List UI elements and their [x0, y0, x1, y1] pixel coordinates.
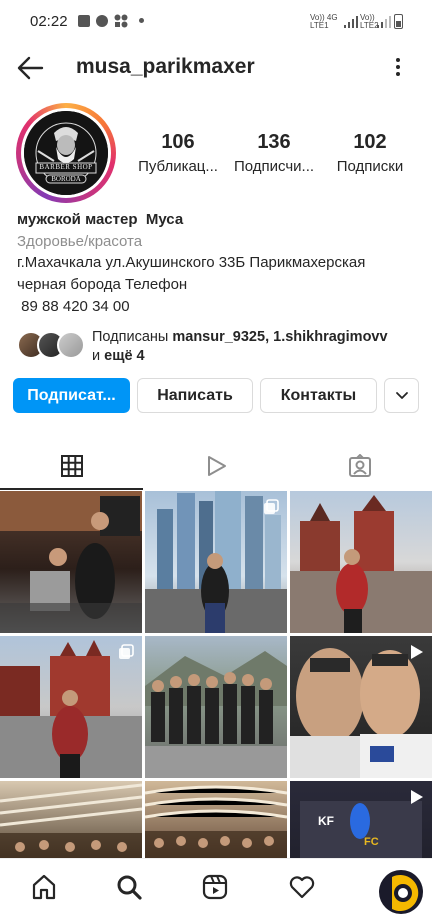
tab-reels[interactable]	[144, 442, 288, 490]
tab-tagged[interactable]	[288, 442, 432, 490]
grid-post-9[interactable]: KF FC	[290, 781, 432, 858]
stat-following-label: Подписки	[336, 158, 404, 175]
reel-icon	[408, 644, 424, 665]
profile-username: musa_parikmaxer	[76, 55, 255, 78]
followed-by-and: и	[92, 348, 105, 364]
grid-post-7[interactable]	[0, 781, 142, 858]
bio-phone[interactable]: 89 88 420 34 00	[17, 298, 129, 315]
multiple-icon	[118, 644, 134, 665]
svg-text:FC: FC	[364, 836, 379, 848]
battery-icon	[394, 14, 403, 29]
grid-post-8[interactable]	[145, 781, 287, 858]
tab-posts-grid[interactable]	[0, 442, 144, 490]
more-options-icon[interactable]	[388, 56, 408, 78]
grid-icon	[61, 455, 83, 477]
signal1-icon	[344, 16, 358, 28]
bio-category: Здоровье/красота	[17, 233, 143, 250]
back-arrow-icon[interactable]	[16, 55, 44, 81]
apps-notification-icon	[114, 14, 128, 28]
gallery-notification-icon	[78, 15, 90, 27]
reels-icon[interactable]	[201, 873, 229, 901]
logo-text-bottom: BORODA	[51, 175, 81, 183]
contacts-button[interactable]: Контакты	[260, 378, 377, 413]
posts-grid: KF FC	[0, 491, 432, 858]
bottom-navigation	[0, 858, 432, 920]
multiple-icon	[263, 499, 279, 520]
sim2-label: Vo)) LTE2	[360, 13, 379, 30]
followed-by-user1[interactable]: mansur_9325	[172, 329, 265, 345]
bio-name: мужской мастер Муса	[17, 211, 184, 228]
followed-by-more[interactable]: ещё 4	[104, 348, 144, 364]
followed-by-user2[interactable]: 1.shikhragimovv	[273, 329, 387, 345]
grid-post-6[interactable]	[290, 636, 432, 778]
grid-post-3[interactable]	[290, 491, 432, 633]
home-icon[interactable]	[30, 873, 58, 901]
follower-avatar-3[interactable]	[57, 331, 85, 359]
stat-posts-count: 106	[161, 131, 195, 153]
stat-following[interactable]: 102 Подписки	[322, 131, 418, 175]
follow-button[interactable]: Подписат...	[13, 378, 130, 413]
stat-posts-label: Публикац...	[138, 158, 218, 175]
stat-followers[interactable]: 136 Подписчи...	[226, 131, 322, 175]
grid-post-1[interactable]	[0, 491, 142, 633]
stat-following-count: 102	[353, 131, 387, 153]
grid-post-2[interactable]	[145, 491, 287, 633]
tagged-person-icon	[349, 454, 371, 477]
bio-address: г.Махачкала ул.Акушинского 33Б Парикмахе…	[17, 254, 366, 271]
reels-play-icon	[208, 456, 226, 476]
followed-by-text[interactable]: Подписаны mansur_9325, 1.shikhragimovv и…	[92, 328, 422, 366]
logo-text-top: BARBER SHOP	[39, 163, 93, 171]
followed-by-prefix: Подписаны	[92, 329, 173, 345]
signal2-icon	[377, 16, 391, 28]
status-time: 02:22	[30, 13, 68, 30]
followed-by-sep: ,	[265, 329, 274, 345]
stat-followers-count: 136	[257, 131, 291, 153]
bio-business: черная борода Телефон	[17, 276, 188, 293]
stat-posts[interactable]: 106 Публикац...	[130, 131, 226, 175]
svg-text:KF: KF	[318, 814, 334, 828]
status-bar: 02:22 Vo)) 4G LTE1 Vo)) LTE2	[0, 0, 432, 42]
more-notifications-dot	[139, 18, 144, 23]
active-tab-indicator	[0, 488, 143, 490]
heart-icon[interactable]	[288, 873, 316, 901]
grid-post-4[interactable]	[0, 636, 142, 778]
stat-followers-label: Подписчи...	[233, 158, 315, 175]
message-button[interactable]: Написать	[137, 378, 253, 413]
chevron-down-icon	[395, 391, 408, 399]
messenger-notification-icon	[96, 15, 108, 27]
suggested-expand-button[interactable]	[384, 378, 419, 413]
profile-avatar-icon[interactable]	[376, 867, 426, 917]
reel-icon	[408, 789, 424, 810]
grid-post-5[interactable]	[145, 636, 287, 778]
sim1-label: Vo)) 4G LTE1	[310, 13, 338, 30]
search-icon[interactable]	[115, 873, 143, 901]
profile-avatar[interactable]: BARBER SHOP BORODA	[21, 108, 111, 198]
